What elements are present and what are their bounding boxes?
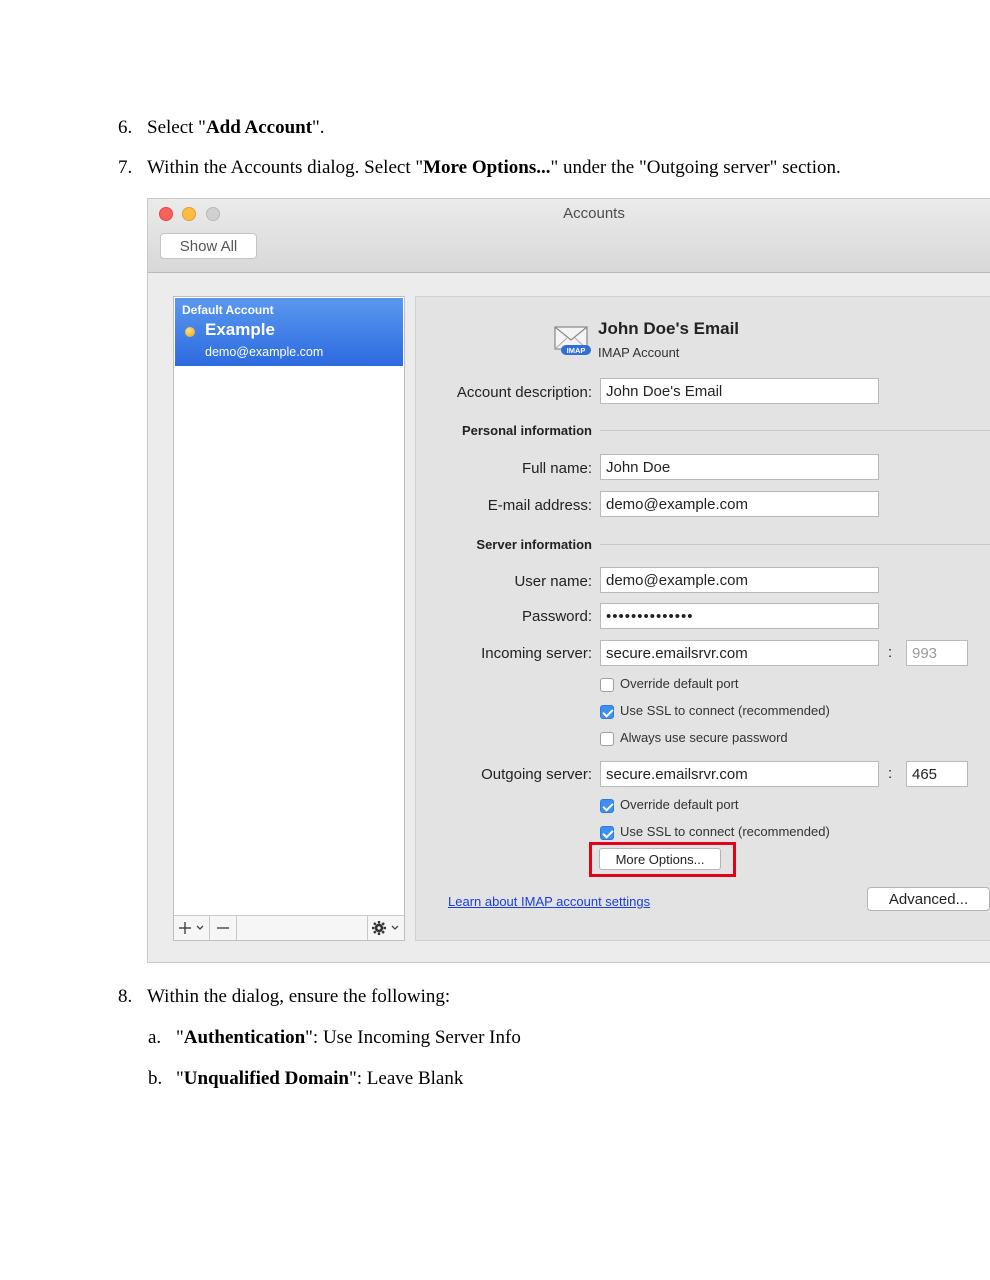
secure-password-checkbox[interactable] <box>600 732 614 746</box>
ssl-outgoing-checkbox[interactable] <box>600 826 614 840</box>
step-number: 6. <box>118 117 133 138</box>
step-text: " <box>176 1027 184 1048</box>
more-options-button[interactable]: More Options... <box>599 848 721 870</box>
default-account-label: Default Account <box>182 303 274 317</box>
outgoing-server-field[interactable]: secure.emailsrvr.com <box>600 761 879 787</box>
override-outgoing-port-checkbox[interactable] <box>600 799 614 813</box>
override-outgoing-port-label: Override default port <box>620 797 739 812</box>
outgoing-port-field[interactable]: 465 <box>906 761 968 787</box>
user-name-field[interactable]: demo@example.com <box>600 567 879 593</box>
outgoing-server-label: Outgoing server: <box>481 766 592 783</box>
ssl-incoming-label: Use SSL to connect (recommended) <box>620 703 830 718</box>
step-number: 8. <box>118 986 133 1007</box>
email-address-label: E-mail address: <box>487 497 592 514</box>
step-number: a. <box>148 1027 162 1048</box>
port-separator: : <box>888 765 893 782</box>
email-address-field[interactable]: demo@example.com <box>600 491 879 517</box>
step-bold-text: Authentication <box>183 1027 306 1048</box>
sidebar-toolbar <box>174 915 404 940</box>
minus-icon <box>217 927 229 929</box>
remove-account-button[interactable] <box>210 916 237 940</box>
step-bold-text: Add Account <box>205 117 313 138</box>
title-bar: Accounts Show All <box>148 199 990 273</box>
step-text: ". <box>312 117 325 138</box>
port-separator: : <box>888 644 893 661</box>
add-account-button[interactable] <box>174 916 210 940</box>
ssl-incoming-checkbox[interactable] <box>600 705 614 719</box>
secure-password-label: Always use secure password <box>620 730 788 745</box>
password-label: Password: <box>521 608 592 625</box>
personal-info-heading: Personal information <box>461 423 592 438</box>
gear-chevron-icon <box>372 921 399 935</box>
account-details-panel: IMAP John Doe's Email IMAP Account Accou… <box>415 296 990 941</box>
step-text: ": Leave Blank <box>349 1068 464 1089</box>
window-title: Accounts <box>563 205 625 222</box>
password-field[interactable]: •••••••••••••• <box>600 603 879 629</box>
show-all-button[interactable]: Show All <box>160 233 257 259</box>
status-dot-icon <box>185 327 195 337</box>
section-divider <box>600 430 990 431</box>
step-bold-text: More Options... <box>423 157 551 178</box>
override-incoming-port-label: Override default port <box>620 676 739 691</box>
step-bold-text: Unqualified Domain <box>183 1068 349 1089</box>
learn-imap-settings-link[interactable]: Learn about IMAP account settings <box>448 894 650 909</box>
incoming-server-label: Incoming server: <box>481 645 592 662</box>
imap-envelope-icon: IMAP <box>554 326 591 355</box>
account-description-field[interactable]: John Doe's Email <box>600 378 879 404</box>
account-description-label: Account description: <box>456 384 592 401</box>
plus-chevron-icon <box>178 922 203 934</box>
advanced-button[interactable]: Advanced... <box>867 887 990 911</box>
account-type: IMAP Account <box>598 345 680 360</box>
imap-badge-text: IMAP <box>567 346 586 355</box>
step-number: 7. <box>118 157 133 178</box>
accounts-window: Accounts Show All Default Account Exampl… <box>147 198 990 963</box>
accounts-sidebar: Default Account Example demo@example.com <box>173 296 405 941</box>
step-text: Within the Accounts dialog. Select " <box>147 157 424 178</box>
full-name-label: Full name: <box>521 460 592 477</box>
server-info-heading: Server information <box>476 537 592 552</box>
user-name-label: User name: <box>514 573 592 590</box>
step-number: b. <box>148 1068 163 1089</box>
gear-menu-button[interactable] <box>367 916 404 940</box>
step-text: Within the dialog, ensure the following: <box>147 986 451 1007</box>
account-email: demo@example.com <box>205 345 324 359</box>
step-text: " <box>176 1068 184 1089</box>
account-list-item[interactable]: Default Account Example demo@example.com <box>175 298 403 366</box>
full-name-field[interactable]: John Doe <box>600 454 879 480</box>
step-text: ": Use Incoming Server Info <box>305 1027 521 1048</box>
step-text: " under the "Outgoing server" section. <box>550 157 841 178</box>
incoming-port-field[interactable]: 993 <box>906 640 968 666</box>
account-name: Example <box>205 320 275 339</box>
incoming-server-field[interactable]: secure.emailsrvr.com <box>600 640 879 666</box>
section-divider <box>600 544 990 545</box>
account-title: John Doe's Email <box>598 319 740 338</box>
ssl-outgoing-label: Use SSL to connect (recommended) <box>620 824 830 839</box>
step-text: Select " <box>147 117 206 138</box>
override-incoming-port-checkbox[interactable] <box>600 678 614 692</box>
